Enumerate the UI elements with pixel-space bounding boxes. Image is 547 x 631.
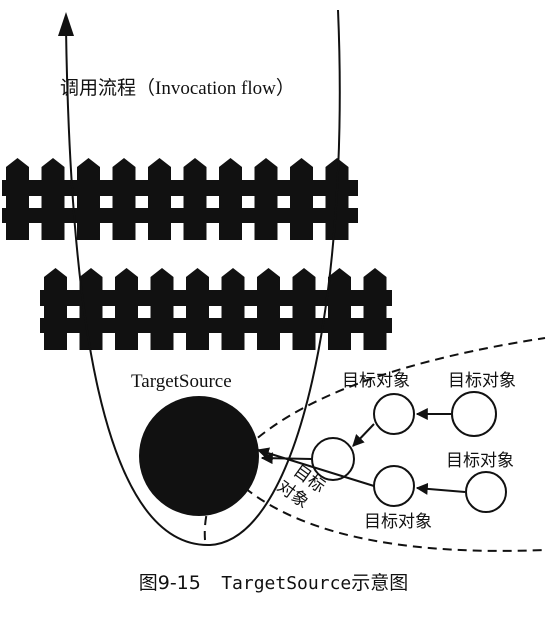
arrow-to-left-object xyxy=(352,423,375,447)
target-object-label-right-lower: 目标对象 xyxy=(446,451,514,471)
fence-picket xyxy=(44,268,67,350)
figure-caption: 图9-15 TargetSource示意图 xyxy=(0,568,547,595)
target-object-circle-mid-upper xyxy=(373,393,415,435)
arrow-mid-lower xyxy=(415,482,466,495)
caption-suffix: 示意图 xyxy=(351,572,409,594)
invocation-flow-label: 调用流程（Invocation flow） xyxy=(60,77,295,99)
fence-picket xyxy=(148,158,171,240)
target-object-label-right-upper: 目标对象 xyxy=(448,371,516,391)
arrow-to-targetsource-left xyxy=(260,452,313,465)
target-object-circle-mid-lower xyxy=(373,465,415,507)
fence-picket xyxy=(254,158,278,240)
fence-picket xyxy=(150,268,174,350)
fence-picket xyxy=(112,158,136,240)
fence-picket xyxy=(115,268,138,350)
fence-bottom xyxy=(40,268,392,350)
targetsource-label: TargetSource xyxy=(131,371,232,392)
invocation-flow-arrowhead xyxy=(58,12,74,36)
target-object-circle-right-upper xyxy=(451,391,497,437)
fence-picket xyxy=(328,268,351,350)
fence-picket xyxy=(219,158,242,240)
fence-top xyxy=(2,158,358,240)
target-object-circle-right-lower xyxy=(465,471,507,513)
figure-number: 图9-15 xyxy=(138,572,201,594)
fence-picket xyxy=(6,158,29,240)
fence-picket xyxy=(77,158,100,240)
fence-picket xyxy=(183,158,207,240)
targetsource-diagram: 调用流程（Invocation flow） TargetSource 目标对象 … xyxy=(2,9,546,552)
fence-picket xyxy=(41,158,65,240)
targetsource-circle xyxy=(139,396,259,516)
target-object-label-mid-lower: 目标对象 xyxy=(364,512,432,532)
fence-picket xyxy=(257,268,280,350)
fence-picket xyxy=(221,268,245,350)
target-object-label-mid-upper: 目标对象 xyxy=(342,371,410,391)
fence-picket xyxy=(186,268,209,350)
caption-code-name: TargetSource xyxy=(221,573,352,594)
fence-picket xyxy=(290,158,313,240)
fence-picket xyxy=(363,268,387,350)
fence-picket xyxy=(292,268,316,350)
